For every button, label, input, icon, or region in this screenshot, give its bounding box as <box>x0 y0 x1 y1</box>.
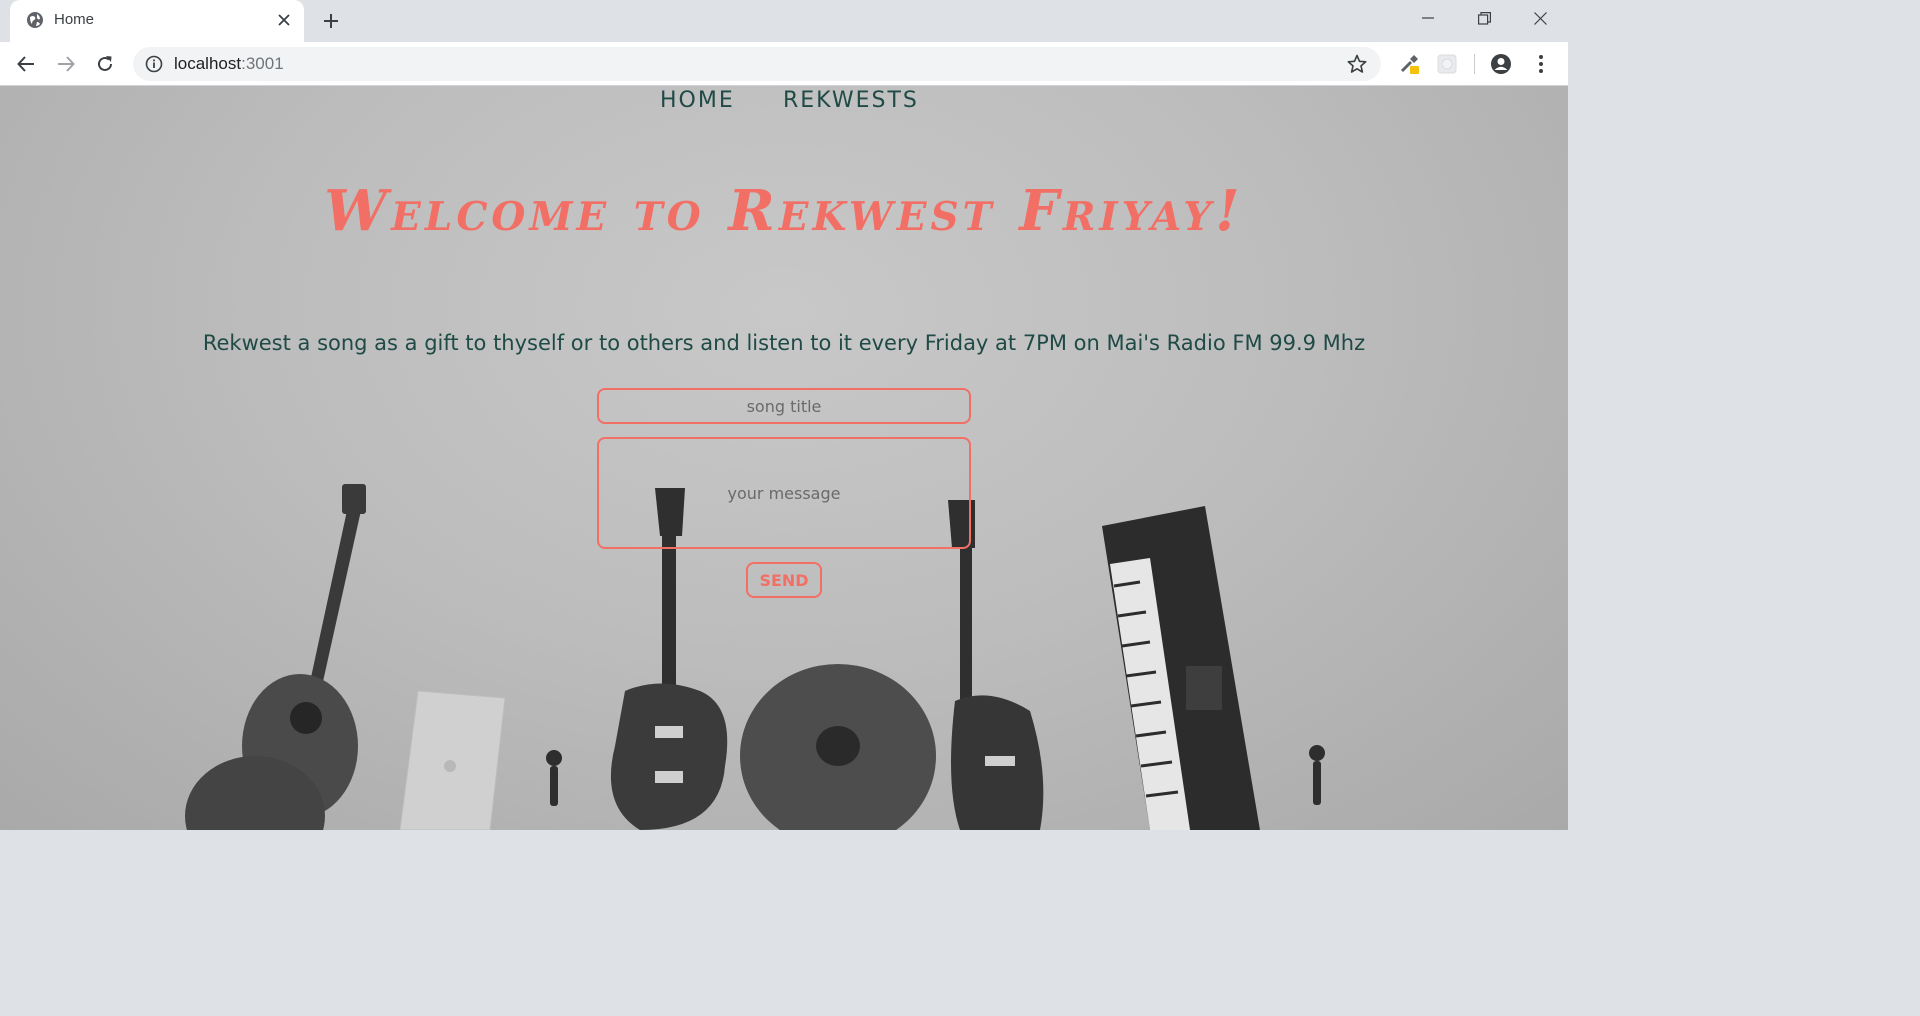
url-port: :3001 <box>241 54 284 73</box>
cymbal-illustration <box>740 664 936 830</box>
kebab-menu-icon[interactable] <box>1530 53 1552 75</box>
tab-strip: Home <box>0 0 1568 42</box>
new-tab-button[interactable] <box>318 8 344 34</box>
site-navbar: HOME REKWESTS <box>0 86 1568 116</box>
arrow-left-icon <box>17 56 34 72</box>
minimize-button[interactable] <box>1400 0 1456 36</box>
info-icon[interactable] <box>145 55 163 73</box>
close-icon <box>1533 11 1547 25</box>
bass-guitar-illustration <box>948 500 1044 830</box>
url-host: localhost <box>174 54 242 73</box>
acoustic-guitar-illustration <box>185 484 366 830</box>
tab-close-icon[interactable] <box>274 10 294 30</box>
reload-icon <box>98 56 112 71</box>
arrow-right-icon <box>58 56 75 72</box>
toolbar-divider <box>1474 54 1475 74</box>
restore-icon <box>1477 11 1491 25</box>
message-textarea[interactable]: your message <box>597 437 971 549</box>
back-button[interactable] <box>12 50 40 78</box>
tab-home[interactable]: Home <box>10 0 304 42</box>
page-tagline: Rekwest a song as a gift to thyself or t… <box>202 331 1366 355</box>
extension-icon[interactable] <box>1436 53 1458 75</box>
globe-icon <box>27 12 43 28</box>
tab-title: Home <box>54 11 95 28</box>
forward-button[interactable] <box>52 50 80 78</box>
laptop-illustration <box>399 690 506 830</box>
star-icon[interactable] <box>1347 54 1367 74</box>
reload-button[interactable] <box>91 50 119 78</box>
nav-rekwests-link[interactable]: REKWESTS <box>783 88 919 113</box>
account-icon[interactable] <box>1490 53 1512 75</box>
keyboard-illustration <box>1102 506 1260 830</box>
minimize-icon <box>1422 17 1434 19</box>
url-text[interactable]: localhost:3001 <box>174 54 284 74</box>
song-title-placeholder: song title <box>746 396 822 416</box>
page-viewport: HOME REKWESTS Welcome to Rekwest Friyay!… <box>0 86 1568 830</box>
nav-home-link[interactable]: HOME <box>660 88 735 113</box>
page-title: Welcome to Rekwest Friyay! <box>324 178 1244 244</box>
message-placeholder: your message <box>727 483 841 503</box>
close-window-button[interactable] <box>1512 0 1568 36</box>
plus-icon <box>324 14 338 28</box>
restore-button[interactable] <box>1456 0 1512 36</box>
eyedropper-extension-icon[interactable] <box>1398 53 1420 75</box>
song-title-input[interactable]: song title <box>597 388 971 424</box>
send-button[interactable]: SEND <box>746 562 822 598</box>
address-bar[interactable]: localhost:3001 <box>133 47 1381 81</box>
browser-toolbar: localhost:3001 <box>0 42 1568 86</box>
